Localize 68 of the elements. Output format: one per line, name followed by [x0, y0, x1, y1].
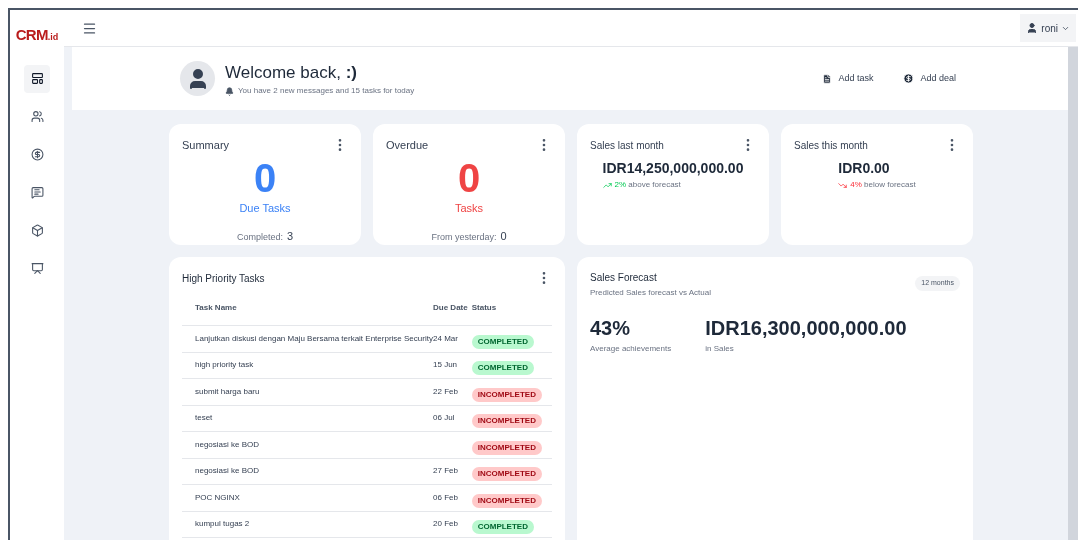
count-label: Due Tasks	[238, 200, 292, 216]
card-title: Sales Forecast	[590, 271, 658, 285]
logo: CRM.id	[15, 25, 59, 45]
forecast-note: 2% above forecast	[614, 179, 681, 191]
table-cell: 27 Feb	[433, 458, 472, 485]
footer-label: From yesterday:	[431, 231, 497, 244]
table-cell: negosiasi ke BOD	[182, 458, 433, 485]
user-icon	[1026, 22, 1039, 34]
card-subtitle: Predicted Sales forecast vs Actual	[590, 287, 711, 299]
table-cell: Lanjutkan diskusi dengan Maju Bersama terkait Enterprise Security	[182, 325, 433, 352]
user-menu[interactable]: roni	[1020, 14, 1076, 42]
status-badge: COMPLETED	[471, 361, 534, 376]
status-badge: INCOMPLETED	[471, 414, 542, 429]
column-header: Task Name	[182, 302, 433, 326]
menu-icon[interactable]	[82, 20, 97, 36]
card-title: Sales this month	[794, 138, 868, 153]
dollar-icon	[903, 73, 915, 84]
welcome-title: Welcome back, :)	[225, 61, 358, 84]
sidebar-item[interactable]	[24, 64, 50, 93]
status-badge: INCOMPLETED	[471, 440, 542, 455]
table-cell: 24 Mar	[433, 325, 472, 352]
box-icon	[30, 224, 44, 237]
presentation-icon	[30, 262, 44, 275]
status-badge: COMPLETED	[471, 334, 534, 349]
count-label: Tasks	[453, 200, 485, 216]
bell-icon	[225, 86, 234, 96]
card-title: High Priority Tasks	[182, 271, 265, 286]
sales-amount: IDR14,250,000,000.00	[602, 159, 744, 178]
document-icon	[822, 73, 833, 84]
column-header: Status	[471, 302, 552, 326]
status-badge: INCOMPLETED	[471, 467, 542, 482]
card-title: Summary	[182, 138, 230, 153]
table-cell: 06 Feb	[433, 484, 472, 511]
table-cell: 22 Feb	[433, 378, 472, 405]
table-cell: negosiasi ke BOD	[182, 431, 433, 458]
status-badge: INCOMPLETED	[471, 493, 542, 508]
card-title: Overdue	[386, 138, 429, 153]
table-cell: 06 Jul	[433, 405, 472, 432]
card-title: Sales last month	[590, 138, 664, 153]
footer-label: Completed:	[236, 231, 283, 244]
count-value: 0	[252, 157, 278, 198]
chat-icon	[30, 186, 44, 199]
stat-value: IDR16,300,000,000.00	[705, 316, 907, 341]
table-cell: high priority task	[182, 352, 433, 379]
footer-value: 3	[286, 229, 294, 244]
status-badge: COMPLETED	[471, 520, 534, 535]
status-badge: INCOMPLETED	[471, 387, 542, 402]
count-value: 0	[456, 157, 482, 198]
table-cell: POC NGINX	[182, 484, 433, 511]
table-cell: submit harga baru	[182, 378, 433, 405]
dollar-icon	[30, 148, 44, 161]
action-link[interactable]: Add task	[822, 71, 874, 86]
action-link[interactable]: Add deal	[903, 71, 956, 86]
table-cell: 20 Feb	[433, 511, 472, 538]
table-cell: 15 Jun	[433, 352, 472, 379]
table-cell: teset	[182, 405, 433, 432]
dashboard-icon	[30, 72, 44, 85]
sales-amount: IDR0.00	[838, 159, 891, 178]
footer-value: 0	[500, 229, 507, 244]
stat-value: 43%	[590, 316, 632, 341]
column-header: Due Date	[433, 302, 472, 326]
welcome-subtitle: You have 2 new messages and 15 tasks for today	[238, 85, 415, 98]
stat-label: Average achievements	[590, 343, 672, 355]
scrollbar[interactable]	[1068, 47, 1078, 540]
forecast-note: 4% below forecast	[850, 179, 916, 191]
people-icon	[30, 110, 44, 123]
table-cell: kumpul tugas 2	[182, 511, 433, 538]
stat-label: in Sales	[705, 343, 735, 355]
